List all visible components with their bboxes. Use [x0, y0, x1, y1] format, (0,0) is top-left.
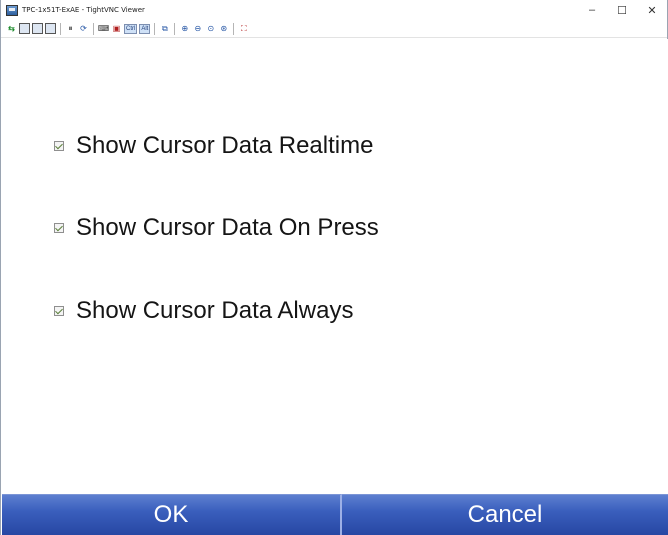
zoom-fit-icon[interactable]: ⊛ [218, 23, 229, 34]
checkbox-checked-icon[interactable] [54, 223, 64, 233]
vnc-viewer-window: TPC-1x51T-ExAE - TightVNC Viewer – ☐ ✕ ⇆… [0, 0, 668, 535]
toolbar-separator [154, 22, 156, 35]
transfer-icon[interactable]: ⧉ [159, 23, 170, 34]
ctrl-esc-icon[interactable]: ▣ [111, 23, 122, 34]
option-label: Show Cursor Data Always [76, 297, 354, 324]
save-icon[interactable] [19, 23, 30, 34]
options-icon[interactable] [32, 23, 43, 34]
toolbar-separator [174, 22, 176, 35]
ctrl-alt-del-icon[interactable]: ⌨ [98, 23, 110, 34]
dialog-buttons: OK Cancel [2, 494, 668, 535]
tightvnc-app-icon [6, 4, 18, 16]
zoom-100-icon[interactable]: ⊙ [205, 23, 216, 34]
close-button[interactable]: ✕ [637, 0, 667, 20]
checkbox-checked-icon[interactable] [54, 306, 64, 316]
zoom-in-icon[interactable]: ⊕ [179, 23, 190, 34]
info-icon[interactable] [45, 23, 56, 34]
maximize-button[interactable]: ☐ [607, 0, 637, 20]
option-show-cursor-always[interactable]: Show Cursor Data Always [54, 297, 353, 325]
minimize-button[interactable]: – [577, 0, 607, 20]
toolbar-separator [93, 22, 94, 35]
cancel-button[interactable]: Cancel [342, 494, 668, 535]
window-title: TPC-1x51T-ExAE - TightVNC Viewer [22, 6, 145, 14]
fullscreen-icon[interactable]: ⛶ [238, 23, 249, 34]
alt-key-icon[interactable]: Alt [139, 23, 151, 34]
option-label: Show Cursor Data Realtime [76, 132, 374, 159]
toolbar-separator [233, 22, 235, 35]
option-label: Show Cursor Data On Press [76, 214, 379, 241]
title-bar: TPC-1x51T-ExAE - TightVNC Viewer – ☐ ✕ [1, 0, 667, 20]
ctrl-key-icon[interactable]: Ctrl [124, 23, 138, 34]
refresh-icon[interactable]: ⟳ [78, 23, 89, 34]
option-show-cursor-realtime[interactable]: Show Cursor Data Realtime [54, 132, 373, 160]
checkbox-checked-icon[interactable] [54, 141, 64, 151]
option-show-cursor-on-press[interactable]: Show Cursor Data On Press [54, 214, 379, 242]
remote-screen: Show Cursor Data Realtime Show Cursor Da… [2, 39, 668, 494]
window-controls: – ☐ ✕ [577, 0, 667, 20]
ok-button[interactable]: OK [2, 494, 342, 535]
toolbar-separator [60, 22, 61, 35]
zoom-out-icon[interactable]: ⊖ [192, 23, 203, 34]
vnc-toolbar: ⇆ ⏸ ⟳ ⌨ ▣ Ctrl Alt ⧉ ⊕ ⊖ ⊙ ⊛ ⛶ [1, 20, 667, 38]
pause-icon[interactable]: ⏸ [65, 23, 76, 34]
new-connection-icon[interactable]: ⇆ [6, 23, 17, 34]
